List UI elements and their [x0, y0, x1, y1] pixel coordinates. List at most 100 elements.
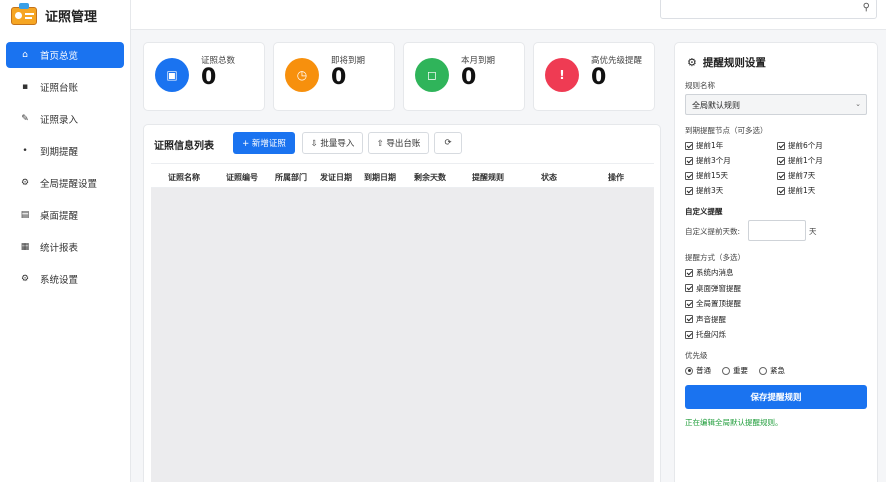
- radio-icon[interactable]: [685, 366, 693, 375]
- batch-import-button[interactable]: ⇩ 批量导入: [302, 132, 363, 154]
- checkbox-label: 提前6个月: [788, 141, 823, 150]
- checkbox-label: 桌面弹窗提醒: [696, 283, 741, 293]
- rule-name-label: 规则名称: [685, 81, 715, 90]
- reminder-node-checkbox[interactable]: 提前1个月: [777, 155, 823, 166]
- checkbox-label: 声音提醒: [696, 314, 726, 324]
- checkbox-checked-icon[interactable]: [685, 268, 693, 277]
- checkbox-label: 提前1天: [788, 186, 816, 195]
- reminder-method-checkbox[interactable]: 系统内消息: [685, 267, 734, 278]
- sidebar-item-label: 证照录入: [40, 115, 79, 126]
- sidebar-item-label: 到期提醒: [40, 147, 79, 158]
- chart-icon: ▦: [20, 242, 30, 252]
- checkbox-checked-icon[interactable]: [685, 284, 693, 292]
- save-rule-button[interactable]: 保存提醒规则: [685, 385, 867, 409]
- column-header: 发证日期: [320, 173, 352, 182]
- reminder-node-checkbox[interactable]: 提前6个月: [777, 140, 823, 151]
- reminder-node-checkbox[interactable]: 提前7天: [777, 170, 815, 181]
- checkbox-checked-icon[interactable]: [685, 186, 693, 195]
- radio-icon[interactable]: [759, 366, 767, 375]
- sidebar-item-4[interactable]: ⚙ 全局提醒设置: [6, 170, 124, 196]
- chevron-down-icon: ⌄: [855, 100, 861, 108]
- gear-icon: ⚙: [20, 178, 30, 188]
- priority-label: 优先级: [685, 351, 708, 360]
- sidebar-item-0[interactable]: ⌂ 首页总览: [6, 42, 124, 68]
- reminder-method-checkbox[interactable]: 声音提醒: [685, 314, 726, 325]
- reminder-method-checkbox[interactable]: 托盘闪烁: [685, 329, 726, 340]
- checkbox-label: 提前1个月: [788, 156, 823, 165]
- priority-radio[interactable]: 普通: [685, 365, 711, 376]
- checkbox-checked-icon[interactable]: [685, 141, 693, 150]
- column-header: 操作: [608, 173, 624, 182]
- column-header: 证照名称: [168, 173, 200, 182]
- search-input[interactable]: ⚲: [660, 0, 877, 19]
- checkbox-label: 提前1年: [696, 141, 724, 150]
- rule-name-value: 全局默认规则: [692, 101, 740, 110]
- sidebar-item-label: 全局提醒设置: [40, 179, 98, 190]
- checkbox-checked-icon[interactable]: [685, 315, 693, 323]
- priority-radio[interactable]: 紧急: [759, 365, 785, 376]
- checkbox-checked-icon[interactable]: [777, 171, 785, 180]
- sidebar-item-6[interactable]: ▦ 统计报表: [6, 234, 124, 260]
- rule-name-select[interactable]: 全局默认规则 ⌄: [685, 94, 867, 115]
- app-title: 证照管理: [45, 9, 98, 25]
- column-header: 到期日期: [364, 173, 396, 182]
- reminder-method-checkbox[interactable]: 桌面弹窗提醒: [685, 283, 741, 294]
- column-header: 所属部门: [275, 173, 307, 182]
- checkbox-checked-icon[interactable]: [685, 299, 693, 308]
- checkbox-label: 提前7天: [788, 171, 816, 180]
- monitor-icon: ▤: [20, 210, 30, 220]
- checkbox-checked-icon[interactable]: [777, 156, 785, 165]
- table-body: [151, 188, 654, 482]
- gear-icon: ⚙: [687, 56, 697, 69]
- column-header: 状态: [541, 173, 557, 182]
- reminder-method-checkbox[interactable]: 全局置顶提醒: [685, 298, 741, 309]
- reminder-node-checkbox[interactable]: 提前15天: [685, 170, 728, 181]
- brand: 证照管理: [0, 0, 130, 30]
- checkbox-label: 系统内消息: [696, 268, 734, 277]
- reminder-methods-label: 提醒方式（多选）: [685, 253, 745, 262]
- reminder-nodes-label: 到期提醒节点（可多选）: [685, 126, 768, 135]
- column-header: 剩余天数: [414, 173, 446, 182]
- export-ledger-button[interactable]: ⇧ 导出台账: [368, 132, 429, 154]
- checkbox-label: 托盘闪烁: [696, 330, 726, 339]
- rule-title-text: 提醒规则设置: [702, 57, 766, 69]
- stat-card-2: ◻ 本月到期 0: [403, 42, 525, 111]
- stat-value: 0: [591, 65, 607, 90]
- status-message: 正在编辑全局默认提醒规则。: [685, 418, 783, 427]
- reminder-node-checkbox[interactable]: 提前1年: [685, 140, 723, 151]
- refresh-icon[interactable]: ⟳: [434, 132, 462, 154]
- sidebar-item-label: 系统设置: [40, 275, 79, 286]
- reminder-node-checkbox[interactable]: 提前1天: [777, 185, 815, 196]
- checkbox-checked-icon[interactable]: [685, 330, 693, 339]
- custom-days-input[interactable]: [748, 220, 806, 241]
- priority-radio[interactable]: 重要: [722, 365, 748, 376]
- column-header: 证照编号: [226, 173, 258, 182]
- sidebar-item-1[interactable]: ▪ 证照台账: [6, 74, 124, 100]
- sidebar-item-7[interactable]: ⚙ 系统设置: [6, 266, 124, 292]
- checkbox-checked-icon[interactable]: [685, 156, 693, 165]
- checkbox-label: 提前3天: [696, 186, 724, 195]
- custom-reminder-title: 自定义提醒: [685, 207, 723, 216]
- checkbox-label: 提前3个月: [696, 156, 731, 165]
- checkbox-checked-icon[interactable]: [777, 186, 785, 195]
- stat-value: 0: [461, 65, 477, 90]
- radio-icon[interactable]: [722, 366, 730, 375]
- sidebar-item-label: 统计报表: [40, 243, 79, 254]
- add-certificate-button[interactable]: + 新增证照: [233, 132, 295, 154]
- search-icon[interactable]: ⚲: [863, 2, 870, 13]
- checkbox-checked-icon[interactable]: [685, 171, 693, 180]
- sidebar-item-label: 证照台账: [40, 83, 79, 94]
- sidebar-item-2[interactable]: ✎ 证照录入: [6, 106, 124, 132]
- id-card-icon: ▪: [21, 82, 29, 92]
- sidebar-item-5[interactable]: ▤ 桌面提醒: [6, 202, 124, 228]
- radio-label: 重要: [733, 366, 748, 375]
- reminder-node-checkbox[interactable]: 提前3天: [685, 185, 723, 196]
- reminder-node-checkbox[interactable]: 提前3个月: [685, 155, 731, 166]
- stat-value: 0: [201, 65, 217, 90]
- pencil-icon: ✎: [21, 114, 29, 124]
- calendar-icon: ◻: [415, 58, 449, 92]
- sidebar-item-3[interactable]: • 到期提醒: [6, 138, 124, 164]
- settings-icon: ⚙: [20, 274, 30, 284]
- checkbox-checked-icon[interactable]: [777, 141, 785, 150]
- stat-value: 0: [331, 65, 347, 90]
